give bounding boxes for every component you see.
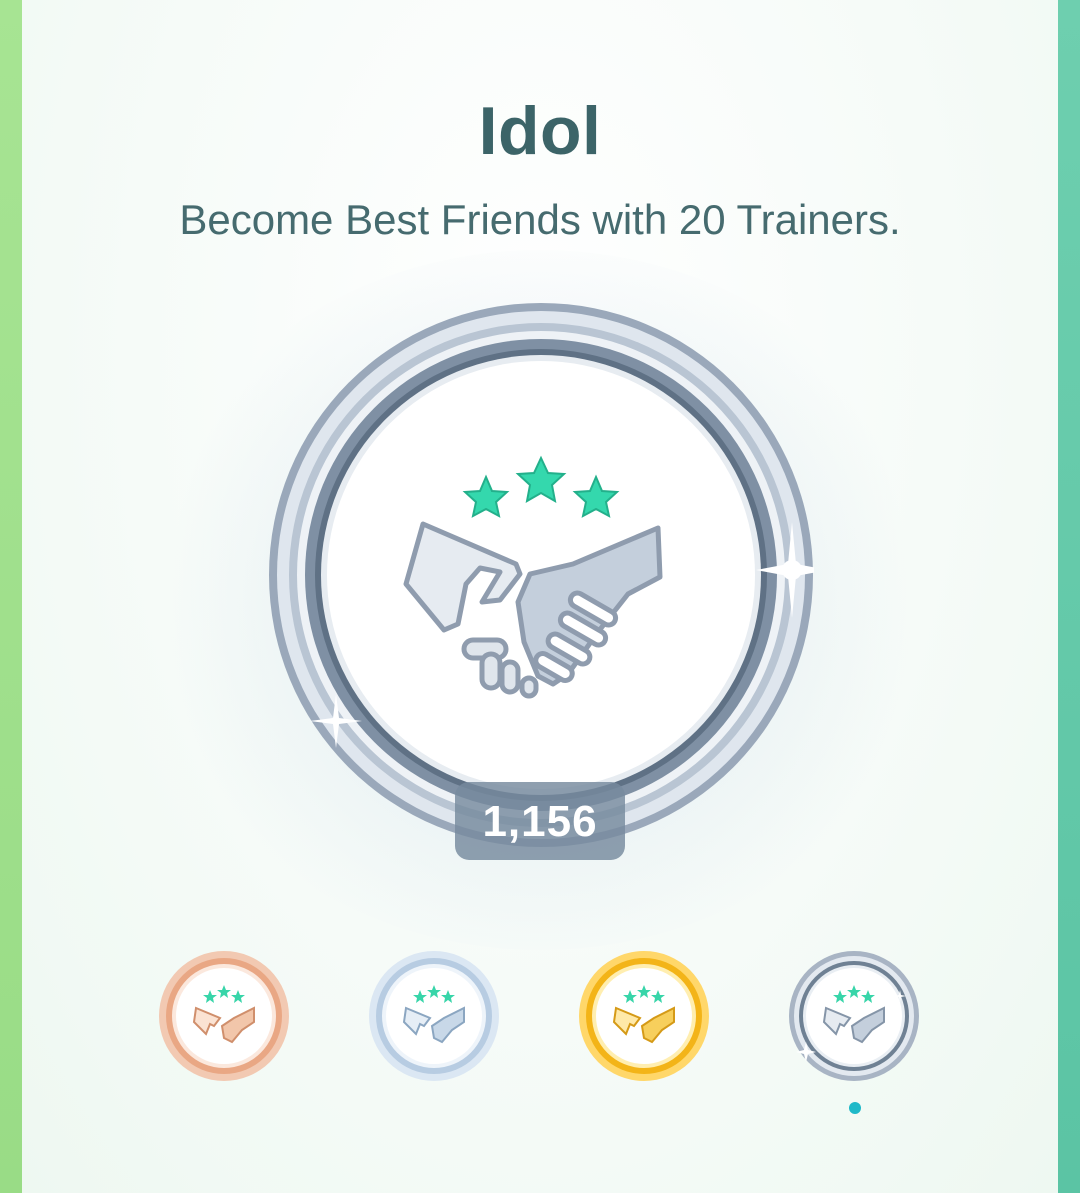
- badge-description: Become Best Friends with 20 Trainers.: [179, 196, 901, 243]
- selected-tier-indicator: [849, 1102, 861, 1114]
- tier-platinum-medal[interactable]: [788, 950, 920, 1082]
- left-frame-edge: [0, 0, 22, 1193]
- right-frame-edge: [1058, 0, 1080, 1193]
- tier-silver-medal[interactable]: [368, 950, 500, 1082]
- tier-bronze-medal[interactable]: [158, 950, 290, 1082]
- badge-title: Idol: [478, 93, 602, 169]
- large-medal[interactable]: [268, 302, 814, 848]
- tier-gold-medal[interactable]: [578, 950, 710, 1082]
- badge-count: 1,156: [455, 782, 625, 860]
